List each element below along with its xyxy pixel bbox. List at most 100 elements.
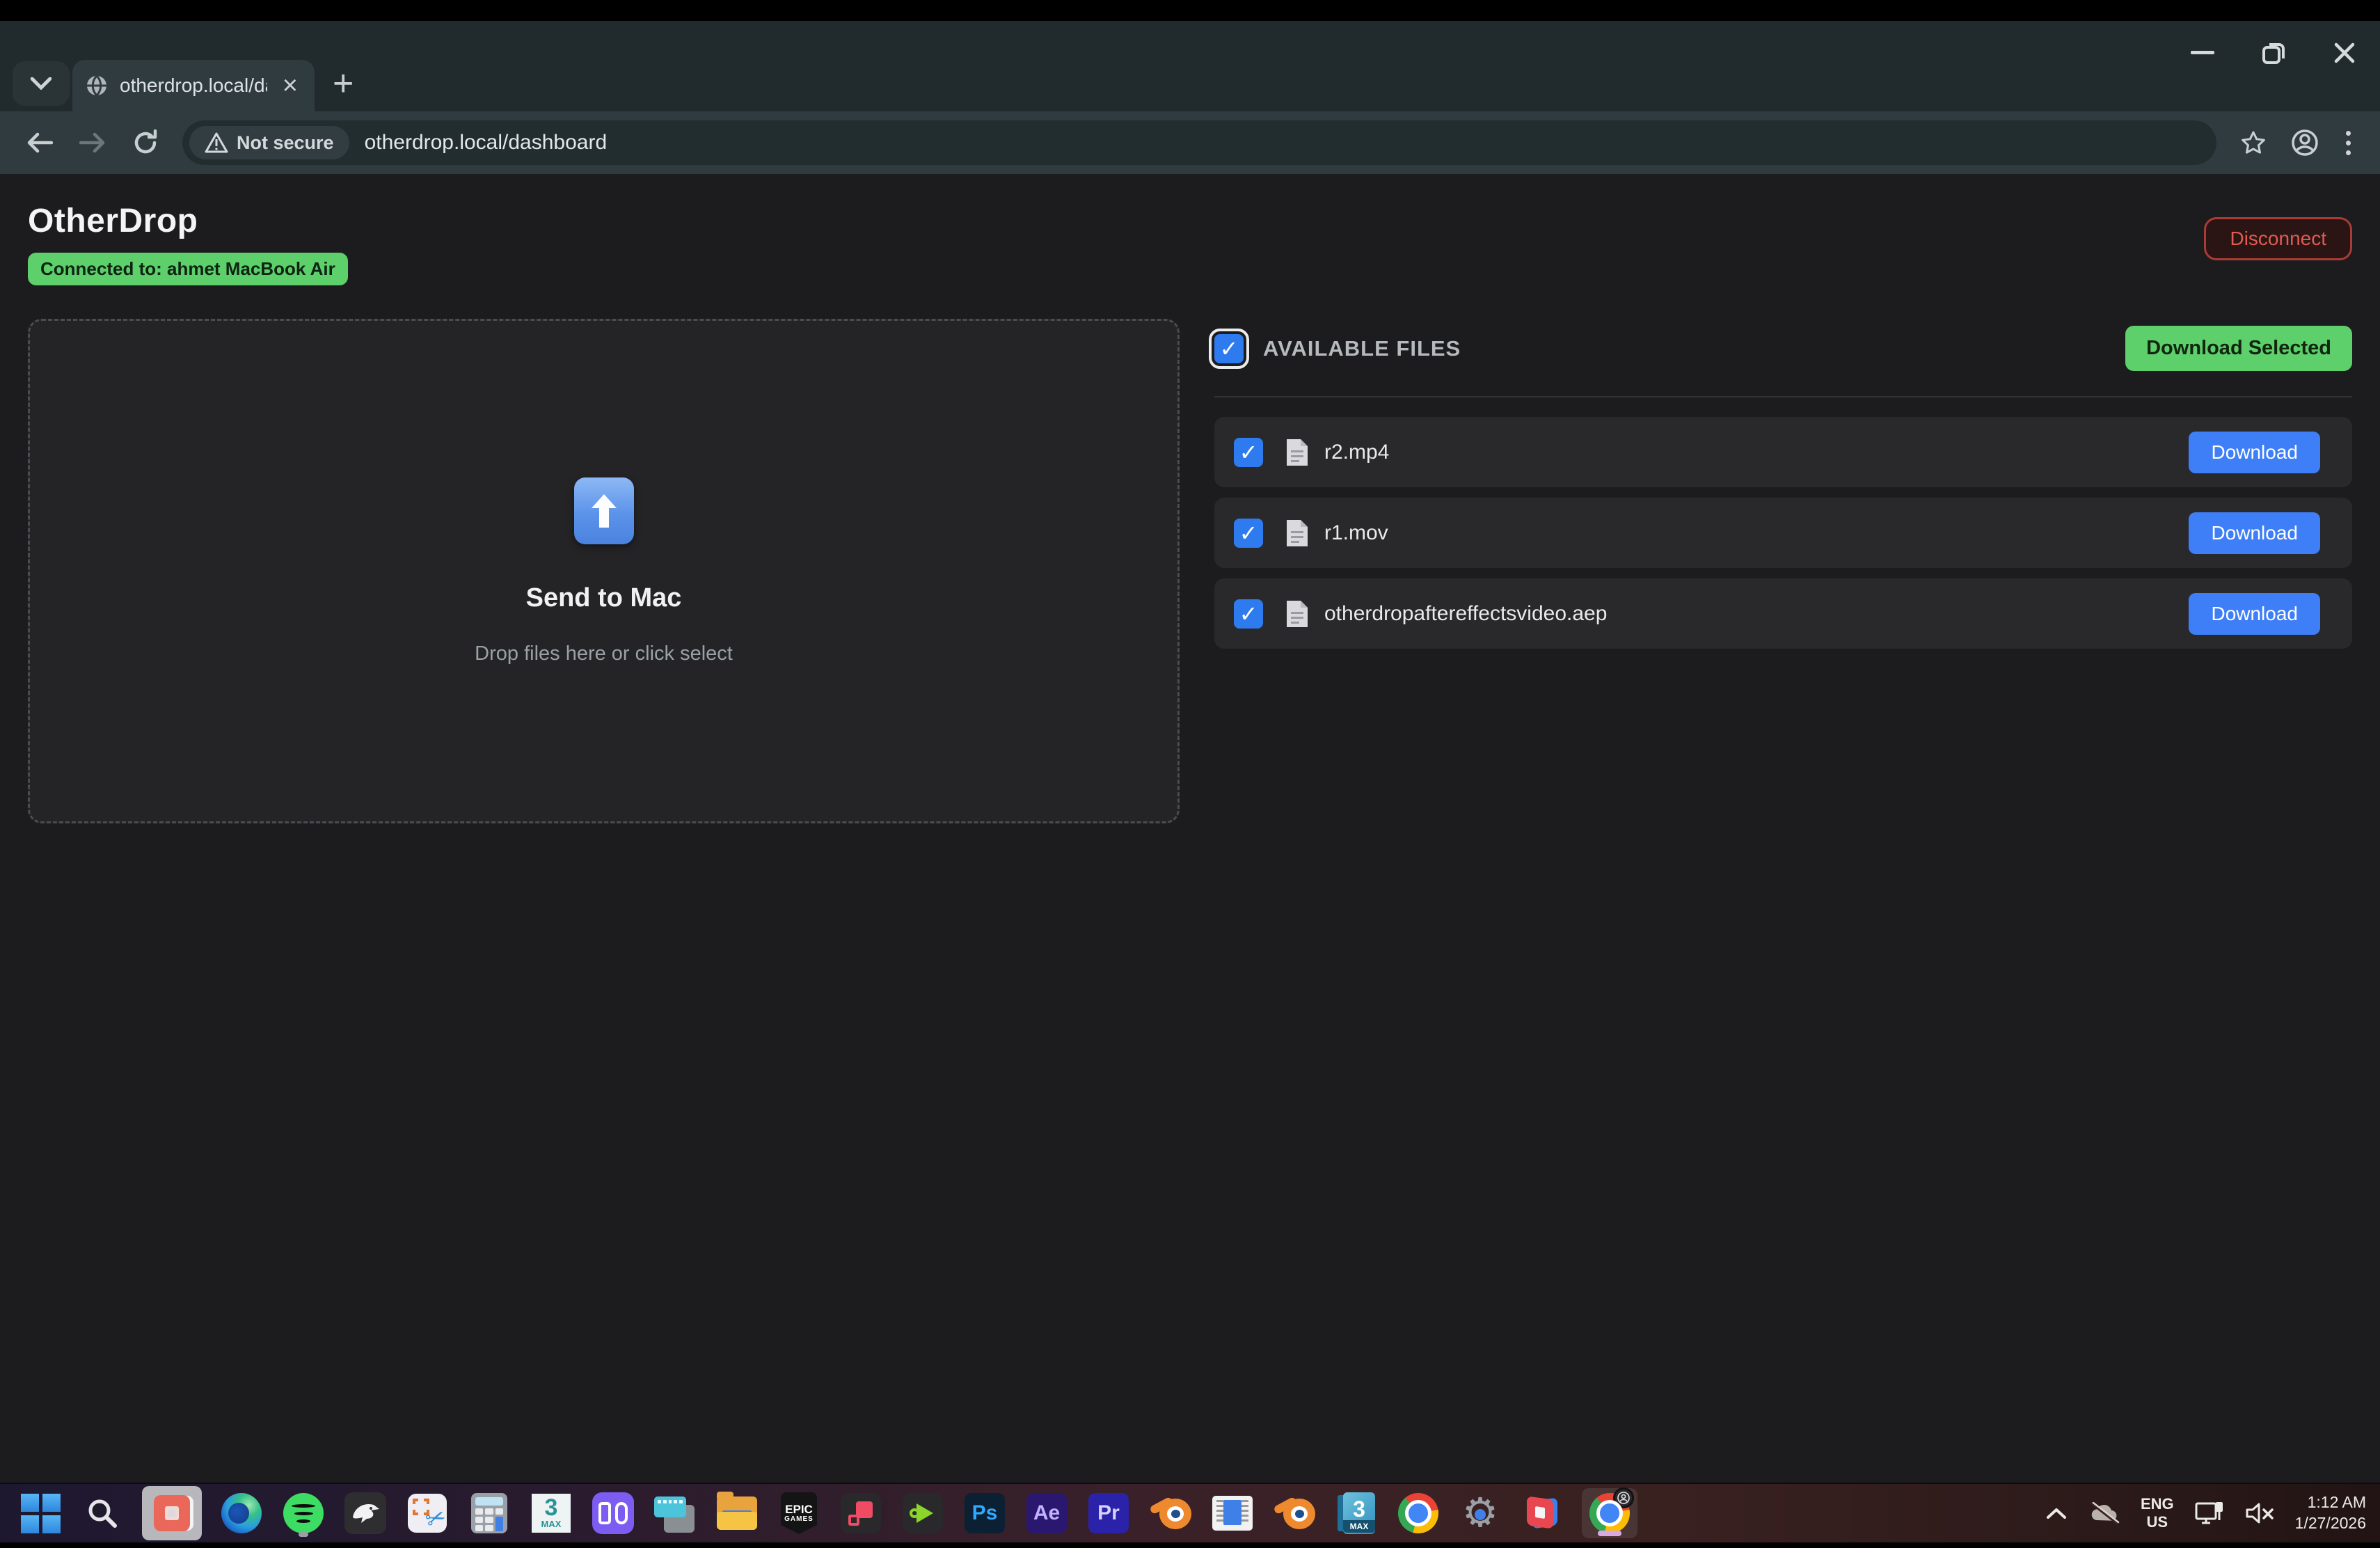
active-indicator [1598, 1531, 1621, 1536]
file-checkbox[interactable]: ✓ [1234, 438, 1263, 467]
taskbar-app-media-player[interactable] [901, 1488, 945, 1538]
taskbar-pinned-apps: ✂ 3MAX [18, 1484, 1637, 1542]
tray-expand-icon[interactable] [2046, 1507, 2067, 1519]
close-icon [2334, 42, 2355, 63]
profile-icon [2291, 129, 2319, 157]
download-selected-button[interactable]: Download Selected [2125, 326, 2352, 371]
browser-tab[interactable]: otherdrop.local/dashboard × [72, 60, 315, 111]
minimize-icon [2191, 51, 2214, 55]
window-controls [2167, 21, 2380, 90]
document-icon [1285, 599, 1309, 629]
toolbar-right [2230, 120, 2363, 166]
file-row: ✓ r2.mp4 Download [1214, 417, 2352, 487]
taskbar-app-otherdrop-3d[interactable] [1520, 1488, 1564, 1538]
taskbar-app-spotify[interactable] [281, 1488, 326, 1538]
taskbar-search-button[interactable] [80, 1488, 125, 1538]
back-icon [26, 132, 53, 153]
tray-time: 1:12 AM [2295, 1492, 2366, 1513]
taskbar-app-edge[interactable] [219, 1488, 264, 1538]
tab-close-icon[interactable]: × [278, 72, 302, 99]
taskbar-app-chrome[interactable] [1396, 1488, 1441, 1538]
document-icon [1285, 438, 1309, 467]
taskbar-app-after-effects[interactable]: Ae [1024, 1488, 1069, 1538]
taskbar-app-pink-squares[interactable] [839, 1488, 883, 1538]
taskbar-app-3dsmax[interactable]: 3 MAX [1334, 1488, 1379, 1538]
disconnect-button[interactable]: Disconnect [2204, 217, 2352, 260]
taskbar-app-3dsmax-classic[interactable]: 3MAX [529, 1488, 573, 1538]
window-close-button[interactable] [2309, 21, 2380, 85]
taskbar-app-blender-2[interactable] [1272, 1488, 1317, 1538]
not-secure-chip[interactable]: Not secure [189, 126, 349, 159]
divider [1214, 396, 2352, 397]
taskbar-app-chrome-profile[interactable] [1582, 1488, 1637, 1538]
main-content: Send to Mac Drop files here or click sel… [28, 319, 2352, 823]
page-content: OtherDrop Connected to: ahmet MacBook Ai… [0, 174, 2380, 1483]
download-button[interactable]: Download [2189, 432, 2320, 473]
upload-arrow-icon [574, 477, 634, 544]
taskbar-app-photoshop[interactable]: Ps [962, 1488, 1007, 1538]
taskbar-app-otherdrop[interactable] [142, 1486, 202, 1540]
address-bar[interactable]: Not secure otherdrop.local/dashboard [182, 120, 2216, 165]
network-icon[interactable] [2195, 1501, 2224, 1526]
document-icon [1285, 519, 1309, 548]
page-title: OtherDrop [28, 202, 348, 240]
select-all-checkbox[interactable]: ✓ [1214, 334, 1244, 363]
taskbar-app-epic-games[interactable]: EPICGAMES [777, 1488, 821, 1538]
file-explorer-icon [717, 1496, 757, 1530]
edge-icon [221, 1493, 262, 1533]
otherdrop-app-icon [154, 1495, 190, 1531]
bookmark-button[interactable] [2230, 120, 2276, 166]
tab-search-button[interactable] [13, 61, 70, 106]
screen-bottom-strip [0, 1542, 2380, 1548]
taskbar-app-input-devices[interactable] [591, 1488, 635, 1538]
taskbar-app-calculator[interactable] [467, 1488, 511, 1538]
taskbar-app-notes[interactable] [1210, 1488, 1255, 1538]
start-button[interactable] [18, 1488, 63, 1538]
3dsmax-classic-icon: 3MAX [532, 1494, 571, 1533]
file-dropzone[interactable]: Send to Mac Drop files here or click sel… [28, 319, 1180, 823]
profile-badge-icon [1613, 1487, 1634, 1508]
back-button[interactable] [17, 120, 63, 166]
file-name: r1.mov [1324, 521, 2189, 545]
spotify-icon [283, 1493, 324, 1533]
taskbar-app-onscreen-keyboard[interactable] [653, 1488, 697, 1538]
taskbar-app-settings[interactable]: ⚙ [1458, 1488, 1502, 1538]
forward-button[interactable] [70, 120, 116, 166]
download-button[interactable]: Download [2189, 593, 2320, 635]
profile-button[interactable] [2282, 120, 2328, 166]
window-restore-button[interactable] [2238, 21, 2309, 85]
volume-muted-icon[interactable] [2245, 1501, 2274, 1525]
search-icon [87, 1498, 118, 1529]
language-indicator[interactable]: ENG US [2141, 1495, 2174, 1532]
tray-clock[interactable]: 1:12 AM 1/27/2026 [2295, 1492, 2366, 1534]
tray-date: 1/27/2026 [2295, 1513, 2366, 1534]
download-button[interactable]: Download [2189, 512, 2320, 554]
file-checkbox[interactable]: ✓ [1234, 519, 1263, 548]
taskbar-app-file-explorer[interactable] [715, 1488, 759, 1538]
window-minimize-button[interactable] [2167, 21, 2238, 85]
taskbar-app-blender[interactable] [1148, 1488, 1193, 1538]
connection-status-badge: Connected to: ahmet MacBook Air [28, 253, 348, 285]
taskbar-app-snipping-tool[interactable]: ✂ [405, 1488, 450, 1538]
reload-button[interactable] [122, 120, 168, 166]
page-header: OtherDrop Connected to: ahmet MacBook Ai… [28, 202, 2352, 285]
chevron-down-icon [31, 77, 51, 90]
dropzone-subtitle: Drop files here or click select [475, 642, 733, 665]
running-indicator [299, 1532, 308, 1537]
files-panel-title: AVAILABLE FILES [1263, 336, 2125, 361]
pink-squares-app-icon [841, 1493, 881, 1533]
url-text[interactable]: otherdrop.local/dashboard [365, 131, 608, 155]
photoshop-icon: Ps [965, 1493, 1005, 1533]
red-blue-diamond-icon [1523, 1494, 1562, 1533]
chrome-icon [1398, 1493, 1438, 1533]
blender-icon [1274, 1494, 1315, 1532]
browser-menu-button[interactable] [2333, 131, 2363, 155]
taskbar-app-premiere[interactable]: Pr [1086, 1488, 1131, 1538]
taskbar-app-eagle[interactable] [343, 1488, 388, 1538]
onedrive-offline-icon[interactable] [2088, 1502, 2120, 1524]
epic-games-icon: EPICGAMES [781, 1492, 817, 1534]
globe-icon [85, 74, 109, 97]
file-name: r2.mp4 [1324, 441, 2189, 464]
new-tab-button[interactable]: + [333, 65, 354, 102]
file-checkbox[interactable]: ✓ [1234, 599, 1263, 629]
